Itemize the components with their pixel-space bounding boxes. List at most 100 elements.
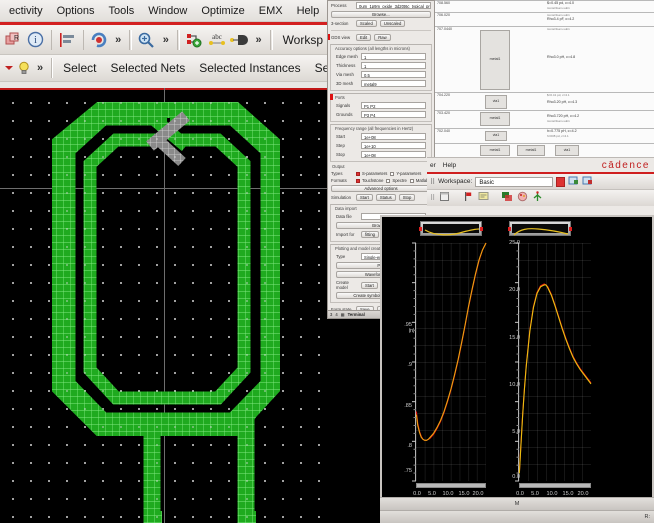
emx-touchstone-checkbox[interactable]: Touchstone bbox=[356, 178, 383, 183]
emx-grounds-field[interactable]: P3 P4 bbox=[361, 111, 426, 118]
dropdown-arrow-icon[interactable] bbox=[2, 56, 16, 80]
emx-yparam-checkbox[interactable]: Y-parameters bbox=[390, 171, 421, 176]
emx-advanced-row: Advanced options bbox=[328, 184, 434, 193]
emx-scaled-button[interactable]: Scaled bbox=[356, 20, 377, 27]
emx-spectre-checkbox[interactable]: Spectre bbox=[386, 178, 407, 183]
tree-icon[interactable] bbox=[532, 189, 543, 207]
overflow-chevron-icon[interactable]: » bbox=[110, 34, 126, 46]
emx-spectre-label: Spectre bbox=[392, 178, 407, 183]
status-bar-bottom: R: bbox=[380, 510, 654, 523]
banner-menu-help[interactable]: Help bbox=[443, 162, 456, 169]
menu-help[interactable]: Help bbox=[290, 3, 327, 19]
create-instance-icon[interactable] bbox=[228, 28, 251, 52]
palette-icon[interactable] bbox=[517, 189, 528, 207]
save-workspace-icon[interactable] bbox=[568, 173, 579, 191]
stack-row-sub-0: tconst/foam.sub1 bbox=[547, 6, 570, 10]
emx-gds-raw-button[interactable]: Raw bbox=[374, 34, 391, 41]
menu-optimize[interactable]: Optimize bbox=[194, 3, 251, 19]
emx-freq-start-field[interactable]: 1e+08 bbox=[361, 133, 426, 140]
emx-freq-step-field[interactable]: 1e+10 bbox=[361, 142, 426, 149]
toolbar2-divider-1 bbox=[51, 58, 54, 78]
terminal-label[interactable]: Terminal bbox=[348, 312, 365, 317]
emx-advanced-options-button[interactable]: Advanced options bbox=[331, 185, 431, 192]
emx-importfor-label: Import for bbox=[336, 232, 355, 237]
emx-edgemesh-field[interactable]: 1 bbox=[361, 53, 426, 60]
waveform-plot-area: (n) .95 .9 .85 .8 .75 0.0 5.0 10.0 15.0 … bbox=[382, 217, 652, 507]
selected-nets-label[interactable]: Selected Nets bbox=[103, 61, 192, 75]
selected-instances-label[interactable]: Selected Instances bbox=[192, 61, 307, 75]
menubar: ectivity Options Tools Window Optimize E… bbox=[0, 0, 330, 22]
emx-sparam-checkbox[interactable]: S-parameters bbox=[356, 171, 387, 176]
terminal-num-1[interactable]: 3 bbox=[330, 312, 332, 317]
menu-connectivity[interactable]: ectivity bbox=[2, 3, 50, 19]
emx-browse-button[interactable]: Browse... bbox=[331, 11, 431, 18]
flag-icon[interactable] bbox=[463, 189, 474, 207]
undo-arc-icon[interactable] bbox=[88, 28, 111, 52]
emx-sim-status-button[interactable]: Status bbox=[375, 194, 396, 201]
stack-divider-6 bbox=[435, 143, 654, 144]
emx-sim-stop-button[interactable]: Stop bbox=[398, 194, 416, 201]
stack-row-text-0: $=0.45 pd, c=4.0 bbox=[547, 1, 574, 5]
window-icon[interactable] bbox=[439, 189, 450, 207]
banner-grip-icon: ⠿ bbox=[430, 178, 436, 186]
menu-emx[interactable]: EMX bbox=[252, 3, 290, 19]
emx-freq-stop-row: Stop 1e+08 bbox=[333, 150, 429, 159]
emx-thickness-field[interactable]: 1 bbox=[361, 62, 426, 69]
stack-box-via-3[interactable]: via1 bbox=[485, 131, 507, 141]
emx-createmodel-label: Create model bbox=[336, 280, 349, 290]
menu-window[interactable]: Window bbox=[141, 3, 194, 19]
toolbar-workspace-label[interactable]: Worksp bbox=[276, 33, 330, 47]
create-label-icon[interactable]: abc bbox=[205, 28, 228, 52]
terminal-num-2[interactable]: 4 bbox=[335, 312, 337, 317]
menu-options[interactable]: Options bbox=[50, 3, 102, 19]
stack-row-num-1: 706.020 bbox=[437, 13, 450, 17]
zoom-in-icon[interactable] bbox=[135, 28, 158, 52]
emx-unscaled-button[interactable]: Unscaled bbox=[379, 20, 406, 27]
stack-box-via-1[interactable]: via1 bbox=[485, 95, 507, 109]
note-icon[interactable] bbox=[478, 189, 489, 207]
emx-yparam-label: Y-parameters bbox=[396, 171, 422, 176]
banner-menu-er[interactable]: er bbox=[430, 162, 436, 169]
quality-factor-plot[interactable]: 25.0 20.0 15.0 10.0 5.0 0.0 0.0 5.0 10.0… bbox=[487, 217, 597, 507]
stack-box-metal-2[interactable]: metal1 bbox=[480, 112, 510, 126]
info-icon[interactable]: i bbox=[25, 28, 48, 52]
emx-viamesh-field[interactable]: 0.5 bbox=[361, 71, 426, 78]
emx-3dmesh-field[interactable]: metal9 bbox=[361, 80, 426, 87]
overflow-chevron-icon-4[interactable]: » bbox=[32, 62, 48, 74]
stack-box-metal-5[interactable]: metal1 bbox=[517, 145, 545, 156]
workspace-select[interactable]: Basic bbox=[475, 176, 554, 187]
stack-box-via-6[interactable]: via1 bbox=[555, 145, 579, 156]
emx-process-field[interactable]: 0um_1p9m_oxide_3d20t6c_typical_proc bbox=[356, 2, 431, 9]
menu-tools[interactable]: Tools bbox=[102, 3, 142, 19]
stack-box-metal-4[interactable]: metal1 bbox=[480, 145, 510, 156]
emx-formats-label: Formats bbox=[331, 178, 347, 183]
emx-matlab-checkbox[interactable]: Matlab bbox=[409, 178, 428, 183]
create-pin-icon[interactable] bbox=[183, 28, 206, 52]
stack-box-metal-0[interactable]: metal1 bbox=[480, 30, 510, 90]
rename-icon[interactable]: R bbox=[2, 28, 25, 52]
q-hscroll[interactable] bbox=[519, 483, 591, 488]
emx-signals-field[interactable]: P1 P2 bbox=[361, 102, 426, 109]
terminal-window-icon[interactable]: ▦ bbox=[341, 312, 345, 317]
waveform-viewer-window: (n) .95 .9 .85 .8 .75 0.0 5.0 10.0 15.0 … bbox=[380, 215, 654, 523]
emx-sim-start-button[interactable]: Start bbox=[356, 194, 373, 201]
overflow-chevron-icon-3[interactable]: » bbox=[251, 34, 267, 46]
inductance-plot[interactable]: (n) .95 .9 .85 .8 .75 0.0 5.0 10.0 15.0 … bbox=[382, 217, 487, 507]
layout-canvas[interactable]: CT<d> P+1 P+2 bbox=[0, 88, 330, 523]
emx-fitting-button[interactable]: fitting bbox=[361, 231, 380, 238]
emx-sparam-checkbox-box bbox=[356, 171, 360, 176]
emx-model-start-button[interactable]: Start bbox=[361, 281, 378, 289]
select-label[interactable]: Select bbox=[56, 61, 103, 75]
bulb-icon[interactable] bbox=[16, 56, 32, 80]
overflow-chevron-icon-2[interactable]: » bbox=[158, 34, 174, 46]
emx-sparam-label: S-parameters bbox=[362, 171, 388, 176]
load-workspace-icon[interactable] bbox=[582, 173, 593, 191]
workspace-dropdown-icon[interactable] bbox=[556, 176, 566, 187]
emx-gds-edit-button[interactable]: Edit bbox=[356, 34, 372, 41]
process-stack-panel[interactable]: 708.560 $=0.45 pd, c=4.0 tconst/foam.sub… bbox=[435, 0, 654, 157]
inductance-hscroll[interactable] bbox=[416, 483, 486, 488]
align-icon[interactable] bbox=[56, 28, 79, 52]
emx-section-label: 3-section bbox=[331, 21, 349, 26]
emx-freq-stop-field[interactable]: 1e+08 bbox=[361, 151, 426, 158]
graph-icon[interactable] bbox=[501, 189, 513, 207]
